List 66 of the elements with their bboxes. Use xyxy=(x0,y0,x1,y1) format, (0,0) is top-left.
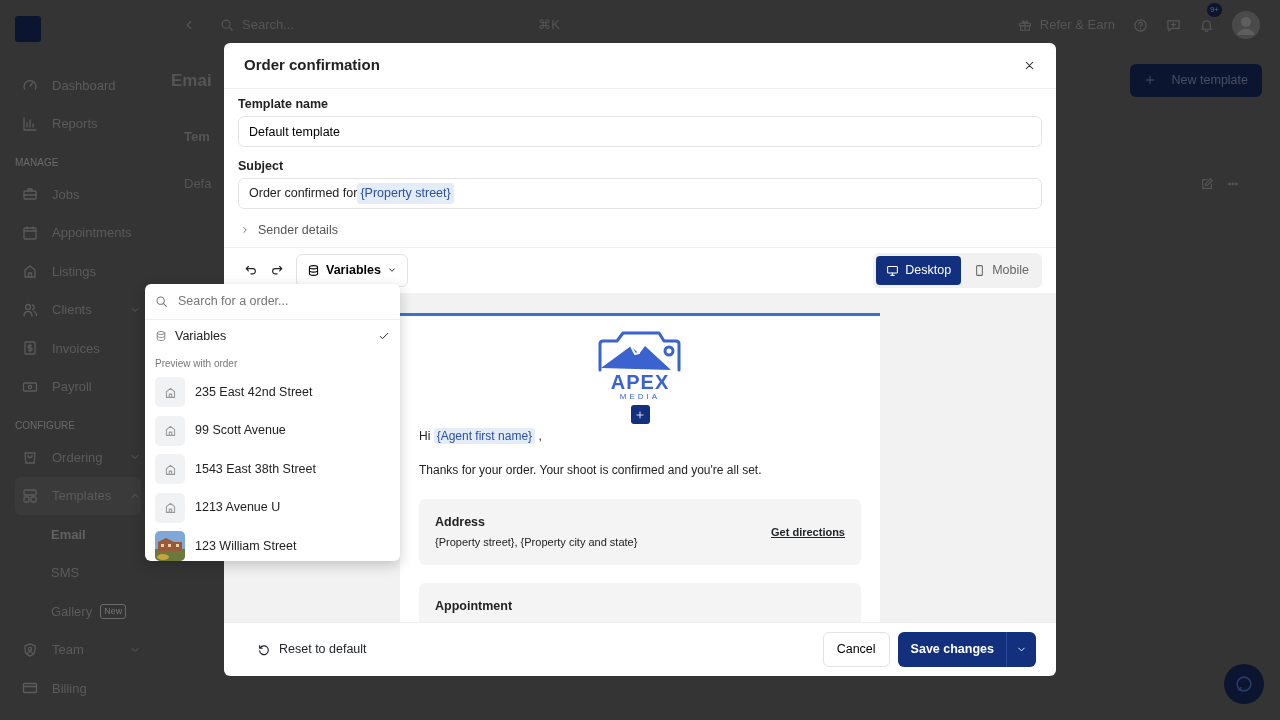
logo: APEX MEDIA xyxy=(597,329,683,402)
order-option[interactable]: 1543 East 38th Street xyxy=(145,450,400,489)
reset-button[interactable]: Reset to default xyxy=(256,639,368,660)
menu-section-label: Preview with order xyxy=(154,357,239,371)
save-options-button[interactable] xyxy=(1006,632,1036,667)
users-icon xyxy=(22,301,38,318)
card-title: Address xyxy=(435,514,487,532)
calendar-icon xyxy=(22,224,38,241)
variable-tag: {Property street} xyxy=(357,183,454,204)
edit-icon[interactable] xyxy=(1200,177,1214,191)
close-icon[interactable] xyxy=(1023,59,1036,72)
input-field[interactable]: Order confirmed for {Property street} xyxy=(238,178,1042,209)
shopping-bag-icon xyxy=(22,449,38,466)
message-icon[interactable] xyxy=(1166,17,1181,33)
menu-option[interactable]: Variables xyxy=(145,320,400,352)
new-template-button[interactable]: New template xyxy=(1129,64,1262,97)
card-text: {Property street}, {Property city and state} xyxy=(435,535,638,551)
house-icon xyxy=(155,454,185,485)
bar-chart-icon xyxy=(22,115,38,132)
logo-icon xyxy=(15,16,41,42)
order-option[interactable]: 99 Scott Avenue xyxy=(145,411,400,450)
input-field[interactable]: Default template xyxy=(238,116,1042,147)
view-tab[interactable]: Desktop xyxy=(876,255,962,285)
dialog-title: Order confirmation xyxy=(244,55,380,76)
field-label: Subject xyxy=(238,159,285,174)
new-badge: New xyxy=(100,603,127,619)
order-option[interactable]: 1213 Avenue U xyxy=(145,488,400,527)
reset-icon xyxy=(257,642,271,657)
cancel-button[interactable]: Cancel xyxy=(822,632,890,667)
add-block-button[interactable] xyxy=(630,405,650,425)
undo-icon[interactable] xyxy=(244,263,258,278)
view-tab[interactable]: Mobile xyxy=(963,255,1039,285)
house-icon xyxy=(155,377,185,408)
database-icon xyxy=(307,263,320,277)
chat-icon xyxy=(1234,674,1254,694)
help-icon[interactable] xyxy=(1133,17,1148,33)
field-label: Template name xyxy=(238,97,330,112)
monitor-icon xyxy=(886,263,900,277)
plus-icon xyxy=(635,409,645,420)
order-option[interactable]: 235 East 42nd Street xyxy=(145,373,400,412)
camera-mountain-icon xyxy=(597,329,683,372)
directions-link[interactable]: Get directions xyxy=(771,523,845,541)
variables-dropdown[interactable]: Variables xyxy=(296,253,408,287)
chat-button[interactable] xyxy=(1224,664,1264,704)
search-icon xyxy=(155,295,168,308)
notification-badge: 9+ xyxy=(1206,3,1222,18)
avatar[interactable] xyxy=(1232,11,1260,39)
email-paragraph: Thanks for your order. Your shoot is confirmed and you're all set. xyxy=(419,462,763,480)
sender-details-toggle[interactable]: Sender details xyxy=(240,221,338,240)
house-icon xyxy=(155,492,185,523)
plus-icon xyxy=(1143,74,1156,87)
greeting-text: Hi {Agent first name} , xyxy=(419,427,543,446)
house-icon xyxy=(22,263,38,280)
house-icon xyxy=(155,415,185,446)
invoice-icon xyxy=(22,340,38,357)
shield-user-icon xyxy=(22,641,38,658)
card-title: Appointment xyxy=(435,597,513,615)
database-icon xyxy=(155,330,167,342)
redo-icon[interactable] xyxy=(270,263,284,278)
layout-icon xyxy=(22,487,38,504)
bell-icon[interactable] xyxy=(1199,18,1214,34)
save-button[interactable]: Save changes xyxy=(897,632,1007,667)
briefcase-icon xyxy=(22,186,38,203)
search-icon xyxy=(220,18,234,32)
gift-icon xyxy=(1017,18,1032,32)
order-option[interactable]: 123 William Street xyxy=(145,527,400,561)
